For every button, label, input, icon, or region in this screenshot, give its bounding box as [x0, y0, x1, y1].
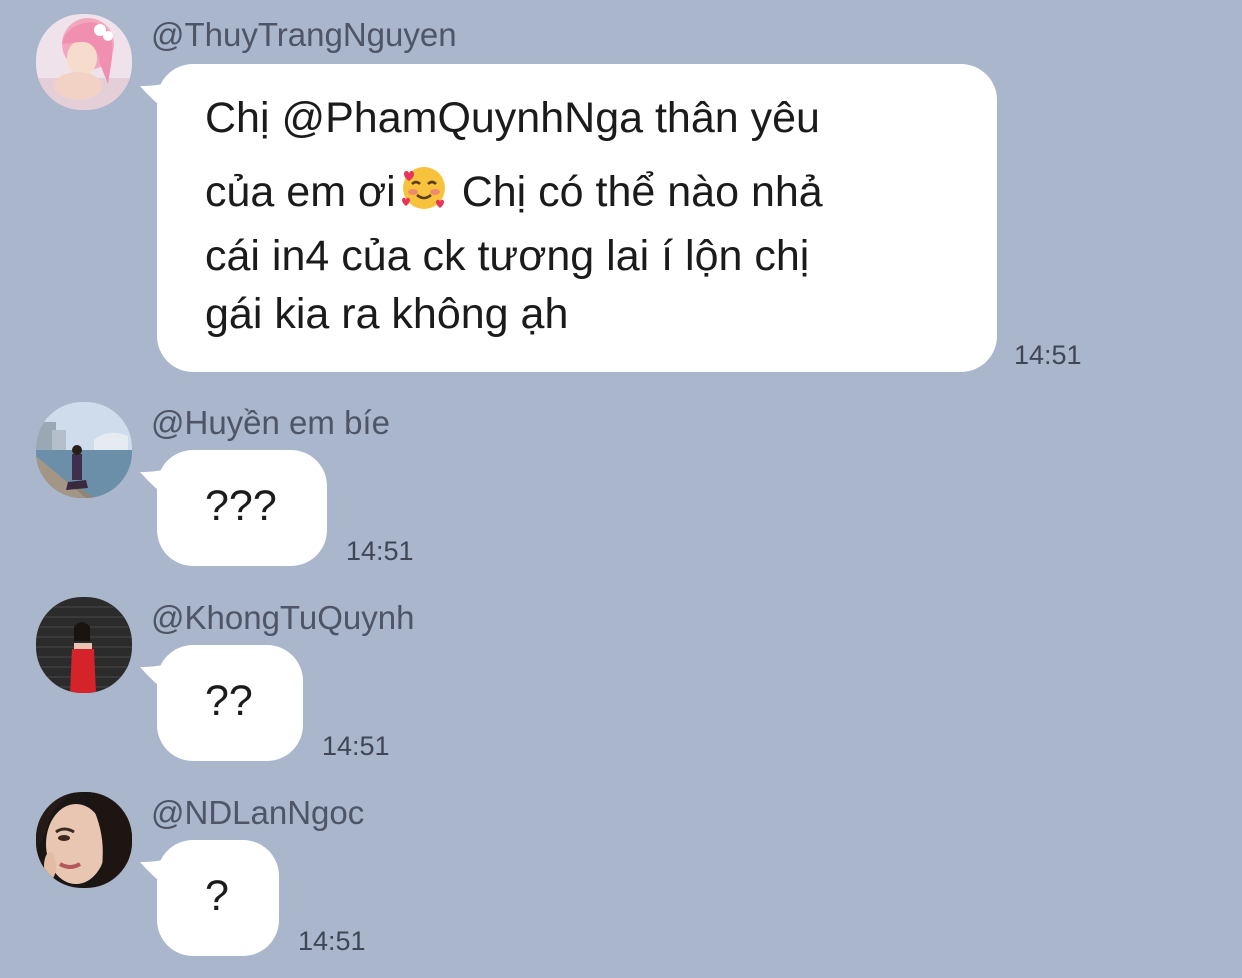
message-text-line: cái in4 của ck tương lai í lộn chị: [205, 232, 810, 280]
avatar[interactable]: [36, 597, 132, 693]
message-text-line: Chị @PhamQuynhNga thân yêu: [205, 94, 820, 142]
sender-name: @Huyền em bíe: [151, 404, 390, 441]
smiling-face-with-hearts-icon: [400, 164, 448, 223]
message-time: 14:51: [322, 731, 390, 761]
message-text-line: gái kia ra không ạh: [205, 290, 569, 338]
message-time: 14:51: [346, 536, 414, 566]
avatar-photo: [36, 597, 132, 693]
message-text: ?: [205, 872, 229, 920]
chat-thread[interactable]: @ThuyTrangNguyen Chị @PhamQuynhNga thân …: [0, 0, 1242, 978]
avatar[interactable]: [36, 402, 132, 498]
message-text: ???: [205, 482, 277, 530]
avatar[interactable]: [36, 792, 132, 888]
avatar-photo: [36, 402, 132, 498]
message-bubble[interactable]: ?: [157, 840, 279, 956]
message-bubble[interactable]: Chị @PhamQuynhNga thân yêu của em ơi Chị…: [157, 64, 997, 372]
sender-name: @ThuyTrangNguyen: [151, 16, 457, 53]
avatar[interactable]: [36, 14, 132, 110]
sender-name: @KhongTuQuynh: [151, 599, 415, 636]
message-text-segment: của em ơi: [205, 168, 396, 216]
message-text-segment: Chị có thể nào nhả: [461, 168, 823, 216]
avatar-photo: [36, 792, 132, 888]
sender-name: @NDLanNgoc: [151, 794, 365, 831]
message-text: ??: [205, 677, 253, 725]
message-item: @NDLanNgoc ? 14:51: [0, 792, 1242, 962]
message-bubble[interactable]: ??: [157, 645, 303, 761]
avatar-photo: [36, 14, 132, 110]
message-time: 14:51: [1014, 340, 1082, 370]
message-time: 14:51: [298, 926, 366, 956]
message-item: @KhongTuQuynh ?? 14:51: [0, 597, 1242, 767]
message-bubble[interactable]: ???: [157, 450, 327, 566]
message-item: @ThuyTrangNguyen Chị @PhamQuynhNga thân …: [0, 14, 1242, 374]
message-text-line: của em ơi Chị có thể nào nhả: [205, 164, 823, 223]
message-item: @Huyền em bíe ??? 14:51: [0, 402, 1242, 572]
